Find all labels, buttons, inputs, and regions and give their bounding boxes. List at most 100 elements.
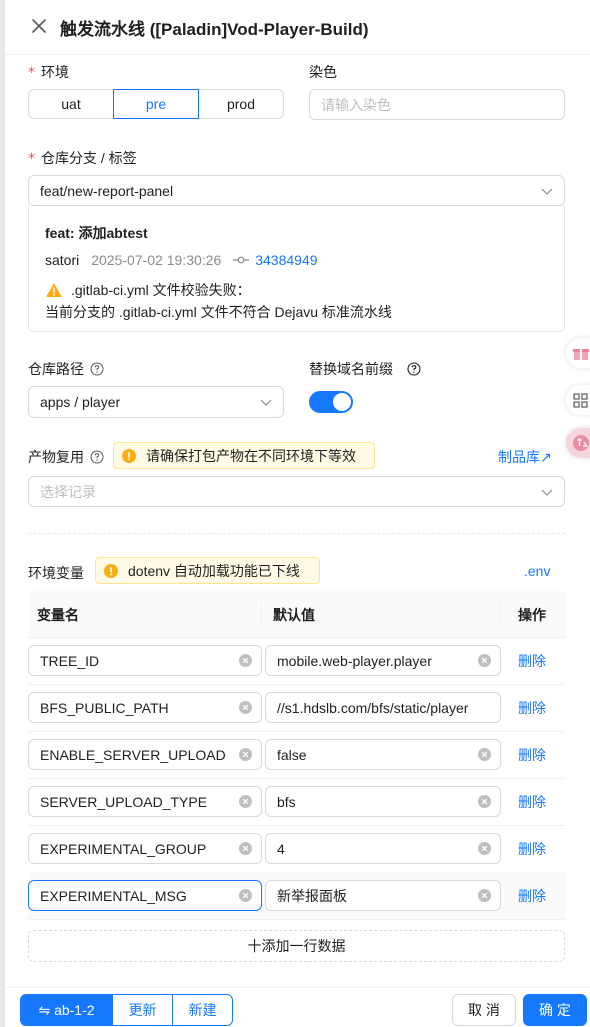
new-button[interactable]: 新建 bbox=[172, 994, 233, 1026]
warning-circle-icon bbox=[122, 448, 136, 463]
delete-row-button[interactable]: 删除 bbox=[518, 792, 546, 812]
apps-button[interactable] bbox=[566, 385, 590, 415]
artifact-label: 产物复用 bbox=[28, 447, 104, 467]
branch-value: feat/new-report-panel bbox=[40, 182, 174, 199]
dye-placeholder: 请输入染色 bbox=[321, 96, 391, 113]
var-name-value: BFS_PUBLIC_PATH bbox=[40, 699, 169, 716]
table-header: 变量名 默认值 操作 bbox=[28, 591, 565, 638]
commit-date: 2025-07-02 19:30:26 bbox=[91, 252, 222, 268]
var-name-value: EXPERIMENTAL_GROUP bbox=[40, 840, 207, 857]
close-icon[interactable] bbox=[30, 17, 48, 35]
var-name-value: EXPERIMENTAL_MSG bbox=[40, 887, 187, 904]
table-row: SERVER_UPLOAD_TYPE bfs 删除 bbox=[28, 778, 565, 826]
col-value-header: 默认值 bbox=[273, 607, 315, 623]
domain-prefix-label: 替换域名前缀 bbox=[309, 359, 421, 379]
commit-info-panel: feat: 添加abtest satori 2025-07-02 19:30:2… bbox=[28, 205, 565, 332]
var-value-value: bfs bbox=[277, 793, 296, 810]
dotenv-link[interactable]: .env bbox=[524, 563, 550, 579]
domain-prefix-switch[interactable] bbox=[309, 391, 353, 413]
artifact-alert: 请确保打包产物在不同环境下等效 bbox=[113, 442, 375, 469]
column-separator bbox=[500, 603, 501, 625]
cancel-button[interactable]: 取 消 bbox=[452, 994, 516, 1026]
repo-path-value: apps / player bbox=[40, 394, 121, 410]
var-value-input[interactable]: bfs bbox=[265, 786, 501, 817]
table-row: BFS_PUBLIC_PATH //s1.hdslb.com/bfs/stati… bbox=[28, 684, 565, 732]
artifact-placeholder: 选择记录 bbox=[40, 483, 96, 500]
artifact-label-text: 产物复用 bbox=[28, 449, 84, 465]
grid-icon bbox=[573, 393, 588, 408]
branch-select[interactable]: feat/new-report-panel bbox=[28, 175, 565, 206]
var-value-input[interactable]: 新举报面板 bbox=[265, 880, 501, 911]
clear-icon[interactable] bbox=[239, 795, 252, 808]
commit-author: satori bbox=[45, 252, 80, 268]
var-value-input[interactable]: false bbox=[265, 739, 501, 770]
var-value-value: //s1.hdslb.com/bfs/static/player bbox=[277, 699, 469, 716]
delete-row-button[interactable]: 删除 bbox=[518, 745, 546, 765]
env-option-prod[interactable]: prod bbox=[198, 89, 284, 119]
clear-icon[interactable] bbox=[239, 701, 252, 714]
var-name-value: TREE_ID bbox=[40, 652, 100, 669]
clear-icon[interactable] bbox=[478, 889, 491, 902]
artifact-select[interactable]: 选择记录 bbox=[28, 476, 565, 507]
var-value-input[interactable]: //s1.hdslb.com/bfs/static/player bbox=[265, 692, 501, 723]
delete-row-button[interactable]: 删除 bbox=[518, 651, 546, 671]
envvars-label: 环境变量 bbox=[28, 565, 84, 581]
question-icon[interactable] bbox=[90, 362, 104, 376]
required-mark: * bbox=[28, 65, 35, 81]
confirm-button[interactable]: 确 定 bbox=[523, 994, 587, 1026]
var-value-value: 4 bbox=[277, 840, 285, 857]
var-name-input[interactable]: ENABLE_SERVER_UPLOAD bbox=[28, 739, 262, 770]
var-name-input[interactable]: EXPERIMENTAL_MSG bbox=[28, 880, 262, 911]
artifact-repo-link[interactable]: 制品库↗ bbox=[498, 447, 552, 467]
delete-row-button[interactable]: 删除 bbox=[518, 698, 546, 718]
warning-circle-icon bbox=[104, 563, 118, 578]
commit-meta: satori 2025-07-02 19:30:26 34384949 bbox=[45, 252, 318, 268]
branch-label-text: 仓库分支 / 标签 bbox=[41, 150, 137, 166]
var-name-input[interactable]: TREE_ID bbox=[28, 645, 262, 676]
add-row-button[interactable]: 十添加一行数据 bbox=[28, 930, 565, 962]
switch-knob bbox=[333, 393, 351, 411]
translate-button[interactable] bbox=[566, 428, 590, 458]
envvars-alert: dotenv 自动加载功能已下线 bbox=[95, 557, 320, 584]
drawer-header: 触发流水线 ([Paladin]Vod-Player-Build) bbox=[5, 0, 590, 55]
env-option-pre[interactable]: pre bbox=[113, 89, 199, 119]
clear-icon[interactable] bbox=[239, 748, 252, 761]
chevron-down-icon bbox=[260, 399, 272, 406]
var-value-input[interactable]: mobile.web-player.player bbox=[265, 645, 501, 676]
dye-input[interactable]: 请输入染色 bbox=[309, 89, 565, 120]
gift-button[interactable] bbox=[566, 338, 590, 368]
clear-icon[interactable] bbox=[239, 654, 252, 667]
commit-icon bbox=[233, 256, 250, 264]
commit-hash-link[interactable]: 34384949 bbox=[255, 252, 317, 268]
clear-icon[interactable] bbox=[239, 889, 252, 902]
env-label: * 环境 bbox=[28, 62, 69, 82]
delete-row-button[interactable]: 删除 bbox=[518, 839, 546, 859]
delete-row-button[interactable]: 删除 bbox=[518, 886, 546, 906]
repo-path-label-text: 仓库路径 bbox=[28, 361, 84, 377]
var-value-value: false bbox=[277, 746, 307, 763]
warning-line-2: 当前分支的 .gitlab-ci.yml 文件不符合 Dejavu 标准流水线 bbox=[45, 304, 392, 320]
var-name-value: ENABLE_SERVER_UPLOAD bbox=[40, 746, 226, 763]
clear-icon[interactable] bbox=[478, 842, 491, 855]
col-action-header: 操作 bbox=[518, 607, 546, 623]
clear-icon[interactable] bbox=[478, 748, 491, 761]
var-value-input[interactable]: 4 bbox=[265, 833, 501, 864]
clear-icon[interactable] bbox=[478, 654, 491, 667]
branch-switch-button[interactable]: ⇋ ab-1-2 bbox=[20, 994, 113, 1026]
env-segmented: uat pre prod bbox=[28, 89, 284, 119]
artifact-alert-text: 请确保打包产物在不同环境下等效 bbox=[146, 447, 356, 464]
update-button[interactable]: 更新 bbox=[112, 994, 173, 1026]
var-name-input[interactable]: EXPERIMENTAL_GROUP bbox=[28, 833, 262, 864]
env-option-uat[interactable]: uat bbox=[28, 89, 114, 119]
drawer-title: 触发流水线 ([Paladin]Vod-Player-Build) bbox=[60, 20, 369, 39]
table-row: ENABLE_SERVER_UPLOAD false 删除 bbox=[28, 731, 565, 779]
warning-icon bbox=[46, 283, 62, 297]
var-name-input[interactable]: SERVER_UPLOAD_TYPE bbox=[28, 786, 262, 817]
clear-icon[interactable] bbox=[239, 842, 252, 855]
repo-path-select[interactable]: apps / player bbox=[28, 386, 284, 418]
var-name-input[interactable]: BFS_PUBLIC_PATH bbox=[28, 692, 262, 723]
clear-icon[interactable] bbox=[478, 795, 491, 808]
question-icon[interactable] bbox=[90, 450, 104, 464]
question-icon[interactable] bbox=[407, 362, 421, 376]
repo-path-label: 仓库路径 bbox=[28, 359, 104, 379]
